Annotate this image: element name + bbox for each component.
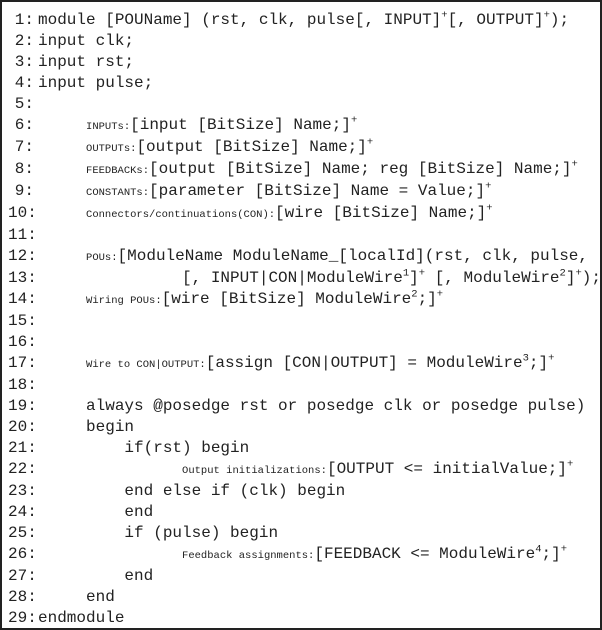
line-number: 11: [8, 225, 34, 246]
line-number: 9: [8, 181, 34, 202]
line-number: 10: [8, 203, 34, 224]
line-content: always @posedge rst or posedge clk or po… [38, 396, 585, 417]
line-number: 5: [8, 94, 34, 115]
line-number: 13: [8, 268, 34, 289]
line-number: 17: [8, 353, 34, 374]
line-number: 15: [8, 311, 34, 332]
line-number: 18: [8, 375, 34, 396]
superscript-label: Wiring POUs: [86, 295, 162, 307]
superscript-label: Connectors/continuations(CON): [86, 209, 275, 221]
line-number: 12: [8, 246, 34, 267]
code-line: 6: INPUTs:[input [BitSize] Name;]+ [8, 115, 594, 137]
code-line: 16: [8, 332, 594, 353]
code-line: 10: Connectors/continuations(CON):[wire … [8, 203, 594, 225]
code-line: 28: end [8, 587, 594, 608]
line-content: Feedback assignments:[FEEDBACK <= Module… [38, 544, 567, 566]
code-listing: 1: module [POUName] (rst, clk, pulse[, I… [0, 0, 602, 630]
line-number: 27: [8, 566, 34, 587]
line-content: end [38, 587, 115, 608]
code-line: 11: [8, 225, 594, 246]
superscript-label: Output initializations: [182, 465, 327, 477]
line-content: module [POUName] (rst, clk, pulse[, INPU… [38, 10, 569, 31]
line-number: 7: [8, 137, 34, 158]
code-line: 1: module [POUName] (rst, clk, pulse[, I… [8, 10, 594, 31]
line-number: 29: [8, 608, 34, 629]
line-content: [, INPUT|CON|ModuleWire1]+ [, ModuleWire… [38, 268, 602, 289]
line-number: 1: [8, 10, 34, 31]
line-content: INPUTs:[input [BitSize] Name;]+ [38, 115, 357, 137]
code-line: 29: endmodule [8, 608, 594, 629]
code-line: 17: Wire to CON|OUTPUT:[assign [CON|OUTP… [8, 353, 594, 375]
line-number: 19: [8, 396, 34, 417]
line-content: input clk; [38, 31, 134, 52]
code-line: 25: if (pulse) begin [8, 523, 594, 544]
line-content: Wire to CON|OUTPUT:[assign [CON|OUTPUT] … [38, 353, 554, 375]
line-number: 8: [8, 159, 34, 180]
line-content: end else if (clk) begin [38, 481, 345, 502]
line-content: if (pulse) begin [38, 523, 278, 544]
line-content: endmodule [38, 608, 124, 629]
code-line: 24: end [8, 502, 594, 523]
line-number: 26: [8, 544, 34, 565]
code-line: 21: if(rst) begin [8, 438, 594, 459]
line-number: 23: [8, 481, 34, 502]
line-number: 24: [8, 502, 34, 523]
line-content: OUTPUTs:[output [BitSize] Name;]+ [38, 137, 373, 159]
code-line: 14: Wiring POUs:[wire [BitSize] ModuleWi… [8, 289, 594, 311]
superscript-label: INPUTs: [86, 121, 130, 133]
code-line: 2: input clk; [8, 31, 594, 52]
code-line: 8: FEEDBACKs:[output [BitSize] Name; reg… [8, 159, 594, 181]
line-content: Output initializations:[OUTPUT <= initia… [38, 459, 573, 481]
line-number: 20: [8, 417, 34, 438]
code-line: 9: CONSTANTs:[parameter [BitSize] Name =… [8, 181, 594, 203]
line-number: 21: [8, 438, 34, 459]
line-content: POUs:[ModuleName ModuleName_[localId](rs… [38, 246, 588, 268]
line-number: 16: [8, 332, 34, 353]
code-line: 20: begin [8, 417, 594, 438]
line-number: 28: [8, 587, 34, 608]
code-line: 27: end [8, 566, 594, 587]
line-content: end [38, 566, 153, 587]
code-line: 13: [, INPUT|CON|ModuleWire1]+ [, Module… [8, 268, 594, 289]
superscript-label: OUTPUTs: [86, 143, 136, 155]
line-content: Wiring POUs:[wire [BitSize] ModuleWire2;… [38, 289, 443, 311]
line-number: 4: [8, 73, 34, 94]
superscript-label: POUs: [86, 252, 118, 264]
code-line: 12: POUs:[ModuleName ModuleName_[localId… [8, 246, 594, 268]
line-content: if(rst) begin [38, 438, 249, 459]
line-content: FEEDBACKs:[output [BitSize] Name; reg [B… [38, 159, 578, 181]
code-line: 26: Feedback assignments:[FEEDBACK <= Mo… [8, 544, 594, 566]
code-line: 23: end else if (clk) begin [8, 481, 594, 502]
superscript-label: Wire to CON|OUTPUT: [86, 359, 206, 371]
line-content: input rst; [38, 52, 134, 73]
code-line: 19: always @posedge rst or posedge clk o… [8, 396, 594, 417]
line-content: CONSTANTs:[parameter [BitSize] Name = Va… [38, 181, 491, 203]
line-number: 3: [8, 52, 34, 73]
line-content: Connectors/continuations(CON):[wire [Bit… [38, 203, 493, 225]
code-line: 3: input rst; [8, 52, 594, 73]
line-number: 22: [8, 459, 34, 480]
line-content: end [38, 502, 153, 523]
line-number: 14: [8, 289, 34, 310]
superscript-label: Feedback assignments: [182, 550, 314, 562]
code-line: 4: input pulse; [8, 73, 594, 94]
line-number: 6: [8, 115, 34, 136]
code-line: 15: [8, 311, 594, 332]
superscript-label: FEEDBACKs: [86, 165, 149, 177]
line-content: begin [38, 417, 134, 438]
code-line: 7: OUTPUTs:[output [BitSize] Name;]+ [8, 137, 594, 159]
code-line: 5: [8, 94, 594, 115]
code-line: 22: Output initializations:[OUTPUT <= in… [8, 459, 594, 481]
code-line: 18: [8, 375, 594, 396]
line-number: 25: [8, 523, 34, 544]
line-content: input pulse; [38, 73, 153, 94]
superscript-label: CONSTANTs: [86, 187, 149, 199]
line-number: 2: [8, 31, 34, 52]
